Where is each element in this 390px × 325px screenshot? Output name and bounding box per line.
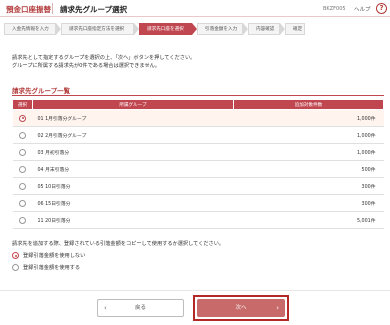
group-name: 03 月初引落分: [32, 143, 234, 161]
table-row[interactable]: 11 20日引落分 5,001件: [12, 211, 384, 229]
radio-unselected[interactable]: [19, 199, 26, 207]
group-count: 1,000件: [233, 143, 384, 161]
group-count: 1,000件: [233, 109, 384, 127]
group-name: 04 月末引落分: [32, 160, 234, 178]
table-row[interactable]: 05 10日引落分 300件: [12, 177, 384, 195]
radio-unselected[interactable]: [19, 165, 26, 173]
next-button[interactable]: 次へ ›: [197, 299, 285, 317]
chevron-right-icon: ›: [276, 304, 279, 312]
step-5: 内容確認: [248, 23, 280, 35]
option-label: 登録引落金額を使用する: [23, 265, 81, 271]
group-count: 300件: [233, 177, 384, 195]
column-header-select: 選択: [12, 99, 33, 110]
instruction-line: グループに所属する請求先が0件である場合は選択できません。: [12, 62, 161, 69]
group-name: 02 2月引落分グループ: [32, 126, 234, 144]
help-icon[interactable]: ?: [376, 3, 387, 14]
copy-option-yes[interactable]: 登録引落金額を使用する: [12, 264, 80, 271]
app-title: 預金口座振替: [6, 5, 51, 14]
step-3-current: 請求先口座を選択: [139, 23, 192, 35]
group-name: 05 10日引落分: [32, 177, 234, 195]
screen-id: BKZF005: [323, 6, 346, 12]
option-label: 登録引落金額を使用しない: [23, 253, 86, 259]
radio-unselected[interactable]: [12, 264, 19, 271]
step-4: 引落金額を入力: [197, 23, 243, 35]
header-bar: 預金口座振替 請求先グループ選択 BKZF005 ヘルプ ?: [0, 0, 390, 17]
step-2: 請求先口座指定方法を選択: [61, 23, 134, 35]
group-count: 500件: [233, 160, 384, 178]
next-button-label: 次へ: [235, 305, 247, 311]
progress-steps: 入金先情報を入力 請求先口座指定方法を選択 請求先口座を選択 引落金額を入力 内…: [4, 23, 305, 35]
step-6: 確定: [285, 23, 305, 35]
column-header-count: 追加対象件数: [233, 99, 384, 110]
table-row[interactable]: 04 月末引落分 500件: [12, 160, 384, 178]
copy-amount-question: 請求先を追加する際、登録されている引落金額をコピーして使用するか選択してください…: [12, 241, 225, 247]
back-button-label: 戻る: [134, 305, 146, 311]
group-name: 11 20日引落分: [32, 211, 234, 229]
group-count: 300件: [233, 194, 384, 212]
table-row[interactable]: 01 1月引落分グループ 1,000件: [12, 109, 384, 127]
copy-option-no[interactable]: 登録引落金額を使用しない: [12, 252, 85, 259]
group-name: 01 1月引落分グループ: [32, 109, 234, 127]
table-row[interactable]: 06 15日引落分 300件: [12, 194, 384, 212]
radio-unselected[interactable]: [19, 148, 26, 156]
group-count: 5,001件: [233, 211, 384, 229]
back-button[interactable]: ‹ 戻る: [97, 299, 184, 317]
instructions: 請求先として指定するグループを選択の上、「次へ」ボタンを押してください。 グルー…: [12, 55, 372, 70]
radio-selected[interactable]: [12, 252, 19, 259]
section-divider: [12, 95, 384, 96]
page-title: 請求先グループ選択: [60, 5, 128, 14]
section-title: 請求先グループ一覧: [12, 87, 71, 95]
group-name: 06 15日引落分: [32, 194, 234, 212]
radio-unselected[interactable]: [19, 131, 26, 139]
header-divider: [52, 3, 53, 14]
step-1: 入金先情報を入力: [4, 23, 56, 35]
table-row[interactable]: 03 月初引落分 1,000件: [12, 143, 384, 161]
instruction-line: 請求先として指定するグループを選択の上、「次へ」ボタンを押してください。: [12, 55, 196, 61]
column-header-group: 所属グループ: [32, 99, 234, 110]
radio-unselected[interactable]: [19, 182, 26, 190]
chevron-left-icon: ‹: [104, 304, 107, 312]
table-row[interactable]: 02 2月引落分グループ 1,000件: [12, 126, 384, 144]
radio-selected[interactable]: [19, 114, 26, 122]
radio-unselected[interactable]: [19, 216, 26, 224]
footer-divider: [0, 290, 390, 291]
group-table: 選択 所属グループ 追加対象件数 01 1月引落分グループ 1,000件 02 …: [12, 99, 384, 229]
group-count: 1,000件: [233, 126, 384, 144]
help-link[interactable]: ヘルプ: [354, 5, 371, 13]
